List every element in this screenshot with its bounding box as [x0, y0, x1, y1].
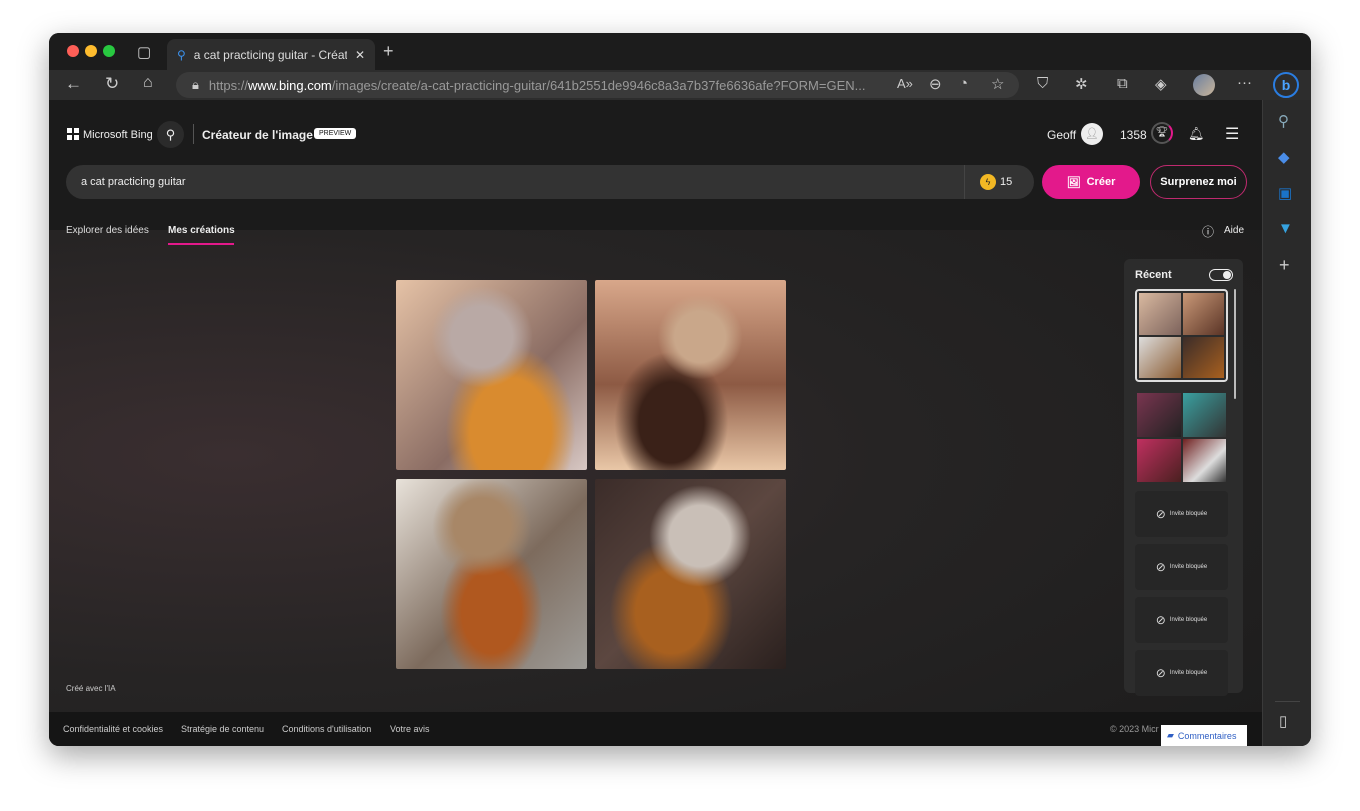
- microsoft-logo-icon: [67, 128, 79, 140]
- sidebar-drop-icon[interactable]: ▼: [1278, 220, 1293, 237]
- generated-image-3[interactable]: [396, 479, 587, 669]
- recent-item-blocked[interactable]: ⊘ Invite bloquée: [1135, 650, 1228, 696]
- page-header: Microsoft Bing ⚲ Créateur de l'image PRE…: [49, 100, 1262, 230]
- browser-window: ▢ ⚲ a cat practicing guitar - Créateur d…: [49, 33, 1311, 746]
- copyright: © 2023 Micr: [1110, 724, 1159, 734]
- comment-icon: ▰: [1167, 730, 1174, 740]
- browser-tab[interactable]: ⚲ a cat practicing guitar - Créateur de …: [167, 39, 375, 70]
- footer: Confidentialité et cookies Stratégie de …: [49, 712, 1262, 746]
- ai-created-note: Créé avec l'IA: [66, 684, 116, 693]
- close-tab-icon[interactable]: ✕: [355, 48, 365, 62]
- recent-item[interactable]: [1135, 391, 1228, 484]
- boost-count: 15: [1000, 176, 1013, 188]
- blocked-icon: ⊘: [1155, 613, 1166, 627]
- sidebar-toggle-icon[interactable]: ▯: [1279, 712, 1287, 730]
- product-title: Créateur de l'image: [202, 128, 313, 142]
- tab-bar: ▢ ⚲ a cat practicing guitar - Créateur d…: [49, 33, 1311, 70]
- active-tab-indicator: [168, 243, 234, 245]
- rewards-points[interactable]: 1358: [1120, 128, 1147, 142]
- performance-icon[interactable]: ◈: [1155, 75, 1167, 93]
- generated-image-1[interactable]: [396, 280, 587, 470]
- create-image-icon: 🖼︎: [1066, 176, 1081, 189]
- help-link[interactable]: Aide: [1224, 225, 1244, 236]
- back-icon[interactable]: ←: [65, 74, 82, 94]
- divider: [193, 124, 194, 144]
- hamburger-menu-icon[interactable]: ☰: [1225, 124, 1239, 144]
- notifications-bell-icon[interactable]: 🔔︎: [1188, 126, 1205, 142]
- sidebar-shopping-icon[interactable]: ◆: [1278, 148, 1290, 166]
- collections-icon[interactable]: ⧉: [1117, 75, 1128, 92]
- sidebar-search-icon[interactable]: ⚲: [1278, 112, 1289, 130]
- footer-link-feedback[interactable]: Votre avis: [390, 724, 430, 734]
- tab-explore-ideas[interactable]: Explorer des idées: [66, 225, 149, 236]
- help-icon[interactable]: ⓘ: [1202, 223, 1214, 240]
- bing-home-link[interactable]: Microsoft Bing: [83, 129, 153, 141]
- surprise-me-button[interactable]: Surprenez moi: [1150, 165, 1247, 199]
- search-icon: ⚲: [177, 47, 186, 62]
- minimize-window-button[interactable]: [85, 45, 97, 57]
- address-toolbar: ← ↻ ⌂ 🔒︎ https://www.bing.com/images/cre…: [49, 70, 1311, 100]
- recent-item-blocked[interactable]: ⊘ Invite bloquée: [1135, 597, 1228, 643]
- favorite-icon[interactable]: ☆: [991, 75, 1004, 93]
- address-bar[interactable]: 🔒︎ https://www.bing.com/images/create/a-…: [176, 72, 1019, 98]
- read-aloud-icon[interactable]: A»: [897, 76, 913, 91]
- sidebar-add-icon[interactable]: +: [1279, 255, 1290, 276]
- footer-link-terms[interactable]: Conditions d'utilisation: [282, 724, 371, 734]
- preview-badge: PREVIEW: [314, 128, 357, 139]
- home-icon[interactable]: ⌂: [143, 74, 153, 92]
- new-tab-button[interactable]: +: [383, 41, 394, 62]
- close-window-button[interactable]: [67, 45, 79, 57]
- cookie-icon[interactable]: ◔: [959, 75, 968, 92]
- recent-scrollbar[interactable]: [1234, 289, 1236, 399]
- recent-title: Récent: [1135, 269, 1172, 281]
- recent-item-blocked[interactable]: ⊘ Invite bloquée: [1135, 544, 1228, 590]
- generated-image-4[interactable]: [595, 479, 786, 669]
- divider: [964, 165, 965, 199]
- extensions-icon[interactable]: ✲: [1075, 75, 1088, 93]
- boost-icon: ϟ: [980, 174, 996, 190]
- footer-link-content-policy[interactable]: Stratégie de contenu: [181, 724, 264, 734]
- trophy-icon[interactable]: 🏆︎: [1151, 122, 1173, 144]
- tab-my-creations[interactable]: Mes créations: [168, 225, 235, 236]
- blocked-icon: ⊘: [1155, 666, 1166, 680]
- sidebar-outlook-icon[interactable]: ▣: [1278, 184, 1292, 202]
- tab-actions-icon[interactable]: ▢: [137, 43, 151, 61]
- recent-toggle[interactable]: [1209, 269, 1233, 281]
- bing-chat-icon[interactable]: b: [1273, 72, 1299, 98]
- recent-item-current[interactable]: [1135, 289, 1228, 382]
- maximize-window-button[interactable]: [103, 45, 115, 57]
- feedback-button[interactable]: ▰ Commentaires: [1161, 725, 1247, 746]
- blocked-icon: ⊘: [1155, 560, 1166, 574]
- prompt-input[interactable]: a cat practicing guitar ϟ 15: [66, 165, 1034, 199]
- blocked-icon: ⊘: [1155, 507, 1166, 521]
- recent-item-blocked[interactable]: ⊘ Invite bloquée: [1135, 491, 1228, 537]
- refresh-icon[interactable]: ↻: [105, 74, 119, 94]
- profile-avatar[interactable]: [1193, 74, 1215, 96]
- shield-extension-icon[interactable]: ⛉: [1037, 75, 1048, 92]
- search-icon[interactable]: ⚲: [157, 121, 184, 148]
- user-name[interactable]: Geoff: [1047, 128, 1076, 142]
- divider: [1275, 701, 1300, 702]
- create-button[interactable]: 🖼︎ Créer: [1042, 165, 1140, 199]
- recent-panel: Récent ⊘ Invite bloquée ⊘ Invite bloquée ⊘…: [1124, 259, 1243, 696]
- page-content: Microsoft Bing ⚲ Créateur de l'image PRE…: [49, 100, 1262, 746]
- generated-image-2[interactable]: [595, 280, 786, 470]
- avatar[interactable]: 👤︎: [1081, 123, 1103, 145]
- footer-link-privacy[interactable]: Confidentialité et cookies: [63, 724, 163, 734]
- zoom-out-icon[interactable]: ⊖: [929, 75, 942, 93]
- edge-sidebar: ⚲ ◆ ▣ ▼ + ▯ ⚙: [1262, 100, 1311, 746]
- lock-icon: 🔒︎: [192, 77, 199, 92]
- more-icon[interactable]: ···: [1237, 74, 1252, 91]
